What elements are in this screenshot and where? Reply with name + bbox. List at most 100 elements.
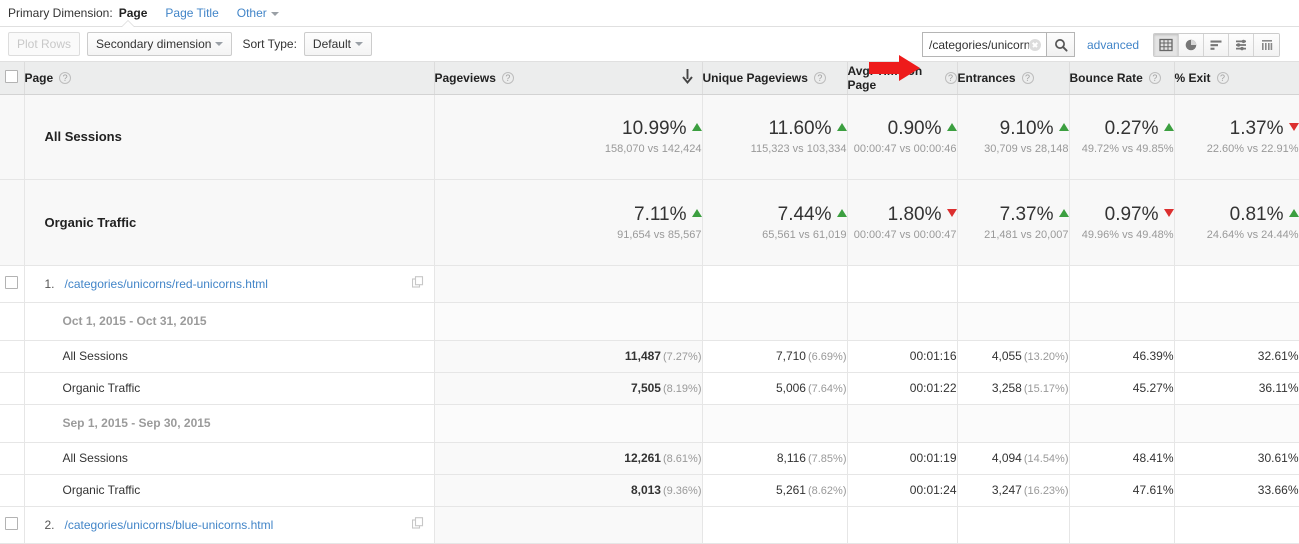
performance-view-icon[interactable] [1204,33,1230,56]
row-checkbox-cell [0,442,25,475]
pie-chart-view-icon[interactable] [1179,33,1205,56]
cell-avg-time-on-page: 00:01:16 [847,340,958,373]
summary-row-label: All Sessions [24,94,435,181]
page-row-empty-cell [702,265,848,303]
page-row-empty-cell [1174,506,1299,544]
cell-percent-exit: 36.11% [1174,372,1299,405]
summary-metric-comparison: 65,561 vs 61,019 [762,228,847,241]
date-row-empty-cell [847,404,958,443]
summary-metric-cell: 7.44% 65,561 vs 61,019 [702,179,848,266]
column-header-bounce-rate[interactable]: Bounce Rate? [1069,62,1175,95]
summary-metric-comparison: 49.96% vs 49.48% [1081,228,1174,241]
summary-metric-comparison: 24.64% vs 24.44% [1206,228,1299,241]
summary-metric-value: 7.11% [435,204,702,226]
summary-metric-comparison: 00:00:47 vs 00:00:46 [853,142,957,155]
date-range-row: Oct 1, 2015 - Oct 31, 2015 [0,302,1299,341]
help-icon[interactable]: ? [501,71,514,84]
date-row-empty-cell [1174,302,1299,341]
page-row: 2. /categories/unicorns/blue-unicorns.htm… [0,506,1299,544]
trend-up-icon [1288,208,1299,217]
cell-pageviews: 11,487 (7.27%) [434,340,703,373]
advanced-link[interactable]: advanced [1087,38,1139,52]
page-row-empty-cell [957,506,1070,544]
summary-metric-cell: 1.37% 22.60% vs 22.91% [1174,94,1299,181]
row-checkbox[interactable] [5,275,19,289]
page-url-link[interactable]: /categories/unicorns/blue-unicorns.html [65,518,274,532]
pivot-view-icon[interactable] [1254,33,1280,56]
trend-down-icon [946,208,957,217]
primary-dimension-page-title[interactable]: Page Title [165,6,218,20]
column-header-unique-pageviews[interactable]: Unique Pageviews? [702,62,848,95]
cell-entrances: 3,258 (15.17%) [957,372,1070,405]
view-type-toggle-group [1153,32,1281,57]
select-all-checkbox[interactable] [5,69,19,83]
row-checkbox-cell [0,404,25,443]
search-input-value: /categories/unicorns [929,37,1029,52]
summary-metric-cell: 9.10% 30,709 vs 28,148 [957,94,1070,181]
date-row-empty-cell [847,302,958,341]
primary-dimension-pointer [122,21,134,27]
cell-entrances: 4,055 (13.20%) [957,340,1070,373]
cell-entrances: 3,247 (16.23%) [957,474,1070,507]
column-header-page-label: Page [24,70,54,85]
search-button[interactable] [1046,32,1075,57]
summary-metric-value: 11.60% [703,118,847,140]
row-checkbox-cell [0,179,25,266]
page-row-empty-cell [1069,265,1175,303]
cell-avg-time-on-page: 00:01:24 [847,474,958,507]
open-in-new-window-icon[interactable] [411,276,424,291]
column-header-unique-pageviews-label: Unique Pageviews [702,70,808,85]
cell-bounce-rate: 47.61% [1069,474,1175,507]
primary-dimension-other[interactable]: Other [237,6,279,20]
column-header-entrances[interactable]: Entrances? [957,62,1070,95]
table-view-icon[interactable] [1154,33,1180,56]
comparison-view-icon[interactable] [1229,33,1255,56]
cell-unique-pageviews: 5,261 (8.62%) [702,474,848,507]
column-header-pageviews[interactable]: Pageviews ? [434,62,703,95]
column-header-page[interactable]: Page? [24,62,435,95]
secondary-dimension-button[interactable]: Secondary dimension [87,32,233,56]
summary-metric-cell: 0.90% 00:00:47 vs 00:00:46 [847,94,958,181]
date-row-empty-cell [1069,404,1175,443]
primary-dimension-bar: Primary Dimension: Page Page Title Other [0,0,1299,27]
date-row-empty-cell [1174,404,1299,443]
row-checkbox[interactable] [5,516,19,530]
trend-up-icon [1058,123,1069,132]
cell-percent-exit: 30.61% [1174,442,1299,475]
search-input[interactable]: /categories/unicorns [922,32,1046,57]
cell-bounce-rate: 45.27% [1069,372,1175,405]
row-checkbox-cell [0,265,25,303]
cell-unique-pageviews: 8,116 (7.85%) [702,442,848,475]
page-row-empty-cell [1069,506,1175,544]
summary-metric-comparison: 30,709 vs 28,148 [984,142,1069,155]
segment-data-row: Organic Traffic 7,505 (8.19%) 5,006 (7.64%) 0… [0,372,1299,405]
date-range-label: Sep 1, 2015 - Sep 30, 2015 [24,404,435,443]
sort-type-button[interactable]: Default [303,32,372,56]
column-header-percent-exit-label: % Exit [1174,70,1211,85]
clear-icon[interactable] [1029,38,1041,51]
plot-rows-button[interactable]: Plot Rows [8,32,81,56]
sort-descending-icon[interactable] [681,68,694,87]
page-url-link[interactable]: /categories/unicorns/red-unicorns.html [65,277,268,291]
cell-avg-time-on-page: 00:01:22 [847,372,958,405]
help-icon[interactable]: ? [813,71,826,84]
summary-metric-comparison: 49.72% vs 49.85% [1081,142,1174,155]
trend-up-icon [1058,208,1069,217]
help-icon[interactable]: ? [944,71,957,84]
open-in-new-window-icon[interactable] [411,517,424,532]
row-checkbox-cell [0,302,25,341]
help-icon[interactable]: ? [1148,71,1161,84]
help-icon[interactable]: ? [59,71,72,84]
summary-metric-comparison: 21,481 vs 20,007 [984,228,1069,241]
help-icon[interactable]: ? [1216,71,1229,84]
summary-metric-comparison: 22.60% vs 22.91% [1206,142,1299,155]
segment-data-row: All Sessions 11,487 (7.27%) 7,710 (6.69%) 00:… [0,340,1299,373]
help-icon[interactable]: ? [1021,71,1034,84]
column-header-entrances-label: Entrances [957,70,1016,85]
column-header-percent-exit[interactable]: % Exit? [1174,62,1299,95]
segment-label: All Sessions [24,442,435,475]
cell-unique-pageviews: 5,006 (7.64%) [702,372,848,405]
primary-dimension-page[interactable]: Page [119,6,148,20]
column-header-pageviews-label: Pageviews [434,70,496,85]
date-row-empty-cell [957,302,1070,341]
